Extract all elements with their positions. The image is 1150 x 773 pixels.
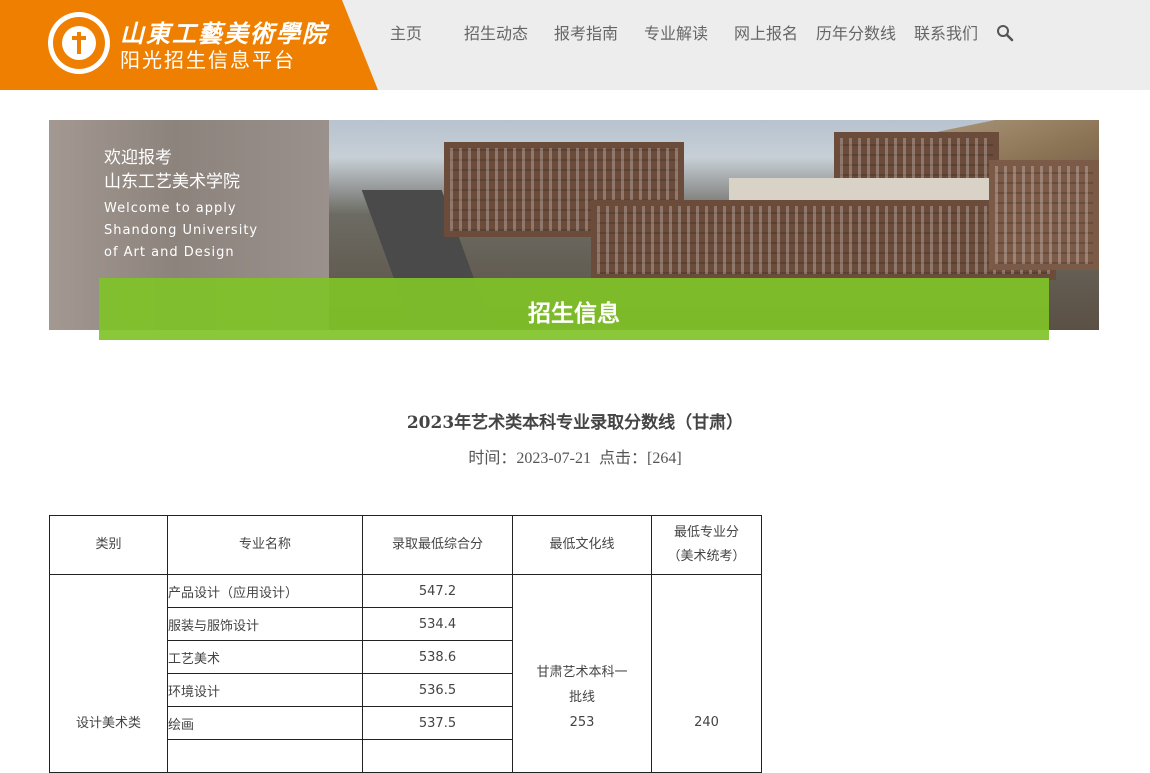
clicks-label: 点击：: [599, 450, 648, 467]
section-title: 招生信息: [528, 301, 620, 327]
header-major: 专业名称: [167, 515, 363, 575]
publish-date: 2023-07-21: [516, 450, 591, 467]
nav-item-past-scores[interactable]: 历年分数线: [816, 20, 896, 44]
header-category: 类别: [49, 515, 168, 575]
article-meta: 时间：2023-07-21 点击：[264]: [0, 444, 1150, 468]
welcome-line-1: 欢迎报考: [104, 148, 172, 168]
nav-item-home[interactable]: 主页: [390, 20, 422, 44]
nav-item-application-guide[interactable]: 报考指南: [554, 20, 618, 44]
major-name: [167, 739, 363, 773]
pro-value: 240: [694, 715, 719, 730]
nav-item-contact[interactable]: 联系我们: [914, 20, 978, 44]
welcome-en-line-3: of Art and Design: [104, 245, 235, 260]
major-name: 服装与服饰设计: [167, 607, 363, 641]
school-seal-logo: [48, 12, 110, 74]
time-label: 时间：: [468, 450, 517, 467]
header-min-culture: 最低文化线: [512, 515, 652, 575]
category-label: 设计美术类: [75, 716, 141, 731]
min-total-score: 538.6: [362, 640, 513, 674]
platform-name: 阳光招生信息平台: [120, 48, 296, 72]
site-header: 山東工藝美術學院 阳光招生信息平台 主页 招生动态 报考指南 专业解读 网上报名…: [0, 0, 1150, 90]
table-header-row: 类别 专业名称 录取最低综合分 最低文化线 最低专业分 （美术统考）: [49, 515, 762, 575]
major-name: 产品设计（应用设计）: [167, 574, 363, 608]
nav-item-admission-news[interactable]: 招生动态: [464, 20, 528, 44]
min-total-score: 534.4: [362, 607, 513, 641]
culture-value: 253: [569, 715, 595, 730]
category-cell: 设计美术类: [49, 574, 168, 773]
search-icon[interactable]: [996, 24, 1014, 42]
major-name: 环境设计: [167, 673, 363, 707]
brand-block[interactable]: 山東工藝美術學院 阳光招生信息平台: [0, 0, 378, 90]
min-total-score: 536.5: [362, 673, 513, 707]
click-count: [264]: [647, 450, 682, 467]
culture-line-1: 甘肃艺术本科一: [536, 665, 628, 680]
table-row: 设计美术类 产品设计（应用设计） 547.2 甘肃艺术本科一 批线 253 24…: [49, 574, 762, 773]
min-total-score: [362, 739, 513, 773]
header-min-pro-line-1: 最低专业分: [673, 525, 739, 540]
major-name: 绘画: [167, 706, 363, 740]
header-min-pro-line-2: （美术统考）: [667, 549, 746, 564]
article-title: 2023年艺术类本科专业录取分数线（甘肃）: [406, 413, 744, 433]
nav-item-major-intro[interactable]: 专业解读: [644, 20, 708, 44]
major-name: 工艺美术: [167, 640, 363, 674]
min-total-score: 537.5: [362, 706, 513, 740]
welcome-en-line-1: Welcome to apply: [104, 201, 237, 216]
min-pro-cell: 240: [651, 574, 762, 773]
header-min-pro: 最低专业分 （美术统考）: [651, 515, 762, 575]
score-table: 类别 专业名称 录取最低综合分 最低文化线 最低专业分 （美术统考） 设计美术类…: [49, 515, 762, 773]
section-banner: 招生信息: [99, 278, 1049, 340]
header-min-total: 录取最低综合分: [362, 515, 513, 575]
min-culture-cell: 甘肃艺术本科一 批线 253: [512, 574, 652, 773]
culture-line-2: 批线: [568, 690, 595, 705]
nav-item-online-registration[interactable]: 网上报名: [734, 20, 798, 44]
min-total-score: 547.2: [362, 574, 513, 608]
welcome-en-line-2: Shandong University: [104, 223, 259, 238]
welcome-line-2: 山东工艺美术学院: [104, 172, 240, 192]
